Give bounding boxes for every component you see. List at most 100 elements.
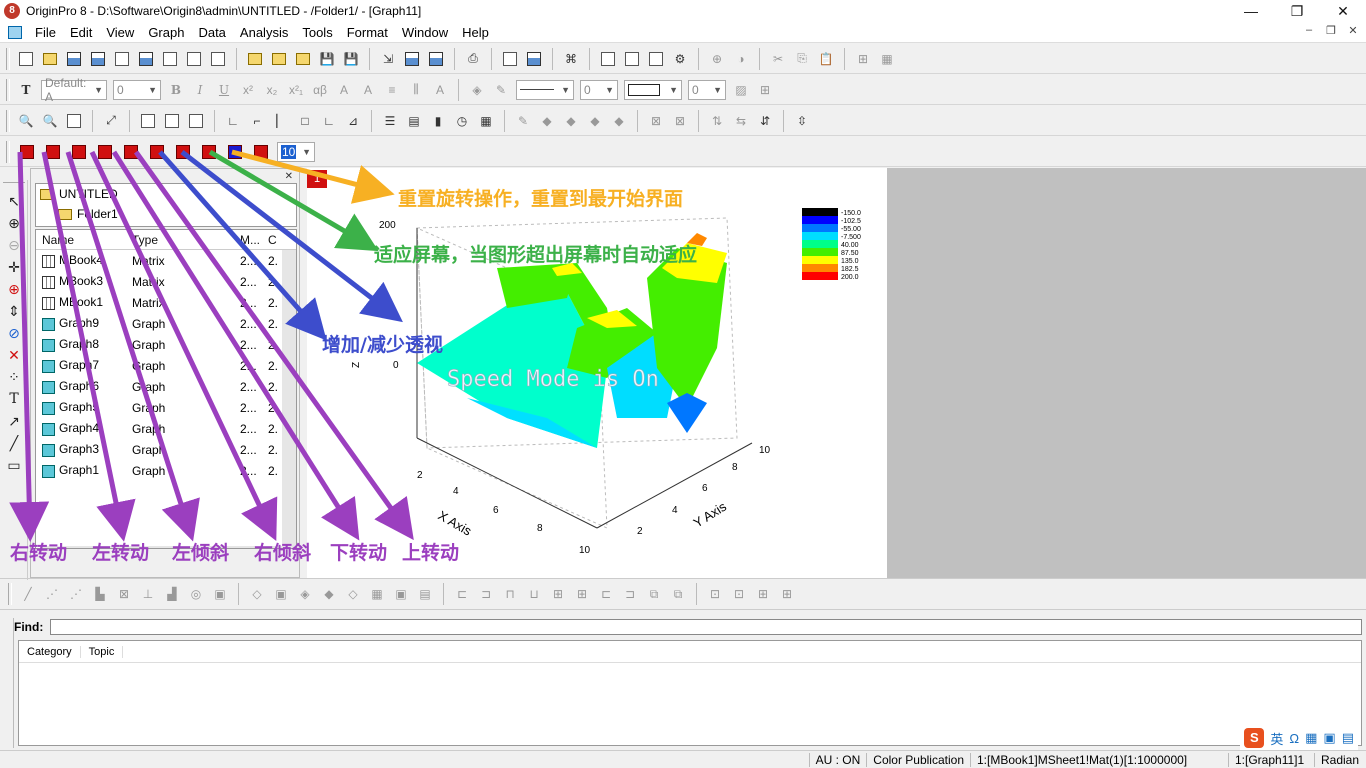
toolbar-grip[interactable] — [3, 182, 25, 186]
front-icon[interactable]: ◆ — [585, 111, 605, 131]
new-workbook-icon[interactable] — [64, 49, 84, 69]
zoom-out-tool-icon[interactable]: ⊖ — [3, 234, 25, 256]
lock-icon[interactable]: ⊞ — [753, 584, 773, 604]
underline-button[interactable]: U — [214, 80, 234, 100]
line-symbol-icon[interactable]: ⋰ — [66, 584, 86, 604]
color-legend[interactable]: -150.0-102.5-55.00-7.50040.0087.50135.01… — [802, 208, 861, 281]
border-style-combo[interactable]: ▼ — [624, 79, 682, 100]
explorer-close-icon[interactable]: ✕ — [285, 171, 293, 182]
ungroup-icon[interactable]: ◆ — [561, 111, 581, 131]
toolbar-grip[interactable] — [6, 109, 10, 132]
refresh-icon[interactable] — [500, 49, 520, 69]
file-row[interactable]: Graph3 Graph 2... 2. — [36, 439, 296, 460]
line-style-combo[interactable]: ▼ — [516, 79, 574, 100]
table-icon[interactable]: ▦ — [476, 111, 496, 131]
timestamp-icon[interactable]: ◷ — [452, 111, 472, 131]
area-plot-icon[interactable]: ▟ — [162, 584, 182, 604]
file-row[interactable]: Graph7 Graph 2... 2. — [36, 355, 296, 376]
unmask-icon[interactable]: ⊠ — [670, 111, 690, 131]
add-column-icon[interactable]: ⊕ — [707, 49, 727, 69]
import-single-icon[interactable] — [402, 49, 422, 69]
new-layout-icon[interactable] — [184, 49, 204, 69]
3d-wire-icon[interactable]: ◈ — [295, 584, 315, 604]
bring-front-icon[interactable]: ⧉ — [644, 584, 664, 604]
whole-page-icon[interactable] — [64, 111, 84, 131]
menu-graph[interactable]: Graph — [141, 25, 191, 40]
text-tool-icon[interactable]: T — [3, 388, 25, 410]
paste-icon[interactable]: 📋 — [816, 49, 836, 69]
ime-language[interactable]: 英 — [1270, 729, 1283, 748]
new-excel-icon[interactable] — [88, 49, 108, 69]
new-notes-icon[interactable] — [208, 49, 228, 69]
zoom-icon[interactable]: ⊕ — [3, 212, 25, 234]
align-middle-icon[interactable]: ⊞ — [572, 584, 592, 604]
close-button[interactable]: ✕ — [1320, 0, 1366, 22]
mask-points-icon[interactable]: ⊘ — [3, 322, 25, 344]
column-icon[interactable]: ⫼ — [406, 80, 426, 100]
italic-button[interactable]: I — [190, 80, 210, 100]
new-graph-icon[interactable] — [112, 49, 132, 69]
file-row[interactable]: Graph5 Graph 2... 2. — [36, 397, 296, 418]
align-left-icon[interactable]: ⊏ — [452, 584, 472, 604]
ime-symbol-icon[interactable]: Ω — [1289, 731, 1299, 746]
file-row[interactable]: MBook4 Matrix 2... 2. — [36, 250, 296, 271]
arrange-icon[interactable]: ⇆ — [731, 111, 751, 131]
tilt-right-icon[interactable] — [98, 144, 112, 159]
same-width-icon[interactable]: ⊏ — [596, 584, 616, 604]
align-icon[interactable]: ≡ — [382, 80, 402, 100]
column-header-created[interactable]: C — [266, 233, 286, 247]
command-window-icon[interactable] — [646, 49, 666, 69]
rotate-up-icon[interactable] — [150, 144, 164, 159]
align-bottom-icon[interactable]: ⊔ — [524, 584, 544, 604]
script-window-icon[interactable] — [622, 49, 642, 69]
grid-icon[interactable]: ⊞ — [755, 80, 775, 100]
print-icon[interactable]: ⎙ — [463, 49, 483, 69]
swap-icon[interactable]: ⇅ — [707, 111, 727, 131]
column-header-modified[interactable]: M... — [236, 233, 266, 247]
column-header-category[interactable]: Category — [19, 645, 81, 658]
3d-surface-icon[interactable]: ◇ — [247, 584, 267, 604]
menu-file[interactable]: File — [28, 25, 63, 40]
menu-edit[interactable]: Edit — [63, 25, 99, 40]
align-top-icon[interactable]: ⊓ — [500, 584, 520, 604]
pattern-icon[interactable]: ▨ — [731, 80, 751, 100]
toolbar-grip[interactable] — [8, 583, 12, 605]
menu-format[interactable]: Format — [340, 25, 395, 40]
toolbar-grip[interactable] — [6, 78, 10, 101]
project-explorer-icon[interactable]: ⌘ — [561, 49, 581, 69]
menu-view[interactable]: View — [99, 25, 141, 40]
heatmap-icon[interactable]: ▦ — [367, 584, 387, 604]
3d-contour-icon[interactable]: ◇ — [343, 584, 363, 604]
add-layer-icon[interactable]: ⊞ — [853, 49, 873, 69]
import-multiple-icon[interactable] — [426, 49, 446, 69]
template-icon[interactable]: ▣ — [210, 584, 230, 604]
duplicate-icon[interactable] — [524, 49, 544, 69]
menu-tools[interactable]: Tools — [295, 25, 339, 40]
toolbar-grip[interactable] — [6, 140, 10, 163]
menu-window[interactable]: Window — [395, 25, 455, 40]
border-width-combo[interactable]: 0 ▼ — [688, 79, 726, 100]
image-icon[interactable]: ▣ — [391, 584, 411, 604]
tree-item-folder1[interactable]: Folder1 — [36, 204, 296, 224]
group-icon[interactable]: ◆ — [537, 111, 557, 131]
new-folder-icon[interactable] — [40, 49, 60, 69]
screen-reader-icon[interactable]: ✛ — [3, 256, 25, 278]
menu-data[interactable]: Data — [191, 25, 232, 40]
merge-graphs-icon[interactable] — [162, 111, 182, 131]
data-reader-icon[interactable]: ⊕ — [3, 278, 25, 300]
fill-color-icon[interactable]: ◈ — [467, 80, 487, 100]
decrease-font-icon[interactable]: A — [358, 80, 378, 100]
box-axis-icon[interactable]: □ — [295, 111, 315, 131]
top-x-axis-icon[interactable]: ⌐ — [247, 111, 267, 131]
extract-layers-icon[interactable] — [186, 111, 206, 131]
bottom-x-axis-icon[interactable]: ∟ — [223, 111, 243, 131]
ungroup-objects-icon[interactable]: ⊡ — [729, 584, 749, 604]
line-color-icon[interactable]: ✎ — [491, 80, 511, 100]
reset-rotation-icon[interactable] — [254, 144, 268, 159]
zoom-in-icon[interactable]: 🔍 — [16, 111, 36, 131]
toolbar-grip[interactable] — [6, 47, 10, 70]
surface-plot[interactable]: 200 0 Z 2 4 6 8 10 X Axis 2 4 6 8 10 Y A… — [307, 168, 887, 578]
file-row[interactable]: Graph9 Graph 2... 2. — [36, 313, 296, 334]
decrease-perspective-icon[interactable] — [202, 144, 216, 159]
multi-curve-icon[interactable]: ⊠ — [114, 584, 134, 604]
